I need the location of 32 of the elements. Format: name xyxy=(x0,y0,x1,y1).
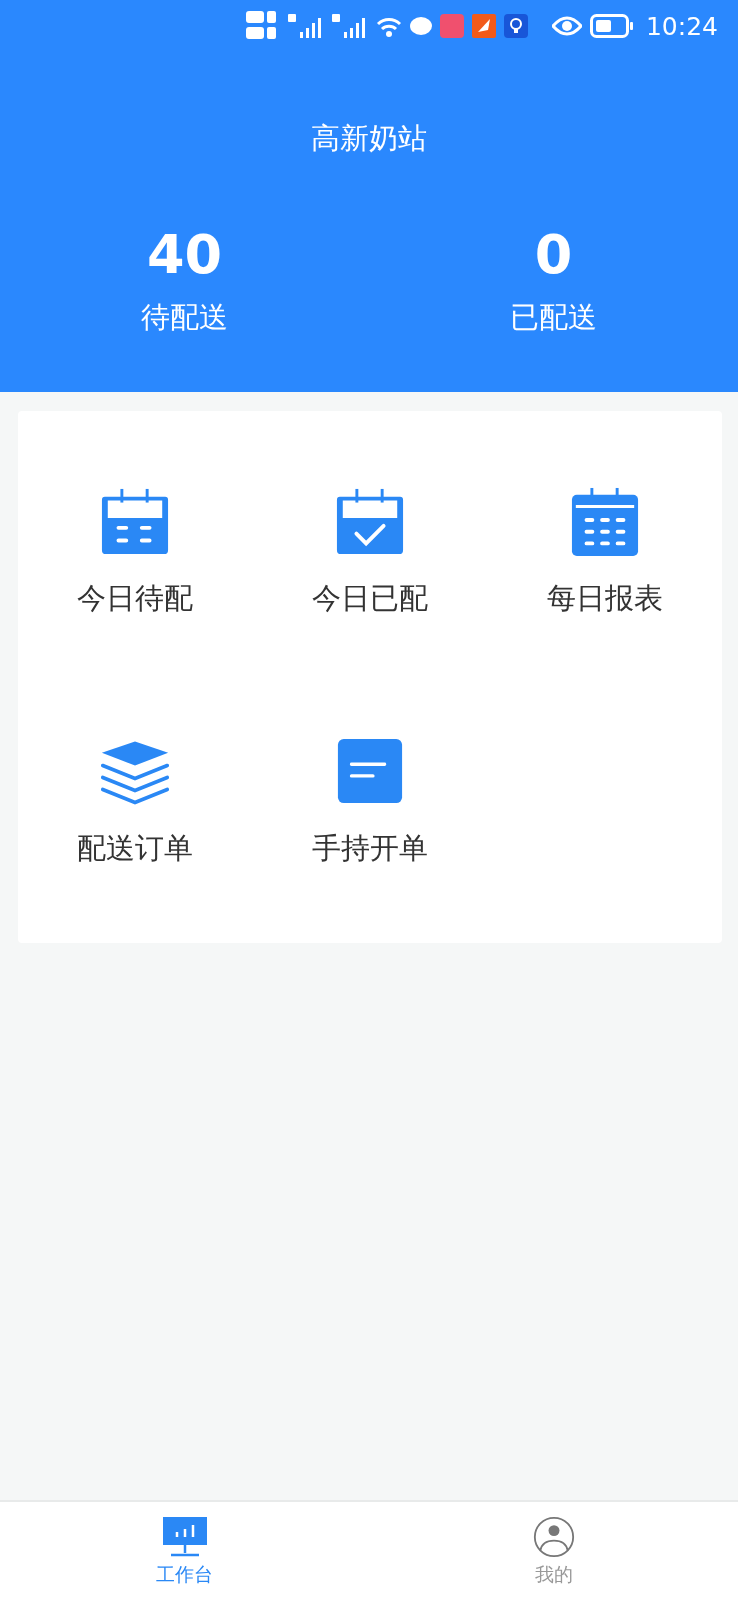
monitor-chart-icon xyxy=(162,1516,207,1558)
shortcut-label: 今日已配 xyxy=(312,580,428,617)
app-icon xyxy=(471,14,496,38)
profile-icon xyxy=(531,1516,576,1558)
sim-card-icon xyxy=(246,11,278,41)
shortcut-item[interactable]: 今日已配 xyxy=(252,411,488,661)
app-icon xyxy=(439,14,464,38)
shortcut-item[interactable]: 每日报表 xyxy=(487,411,722,661)
stat-label: 已配送 xyxy=(510,299,597,336)
shortcut-label: 配送订单 xyxy=(77,830,194,867)
signal-icon xyxy=(331,14,368,38)
shortcut-item[interactable]: 今日待配 xyxy=(18,411,253,661)
status-time: 10:24 xyxy=(645,11,718,41)
shortcut-label: 今日待配 xyxy=(77,580,194,617)
shortcut-label: 手持开单 xyxy=(312,830,428,867)
calendar-icon xyxy=(100,487,171,557)
stat-label: 待配送 xyxy=(141,299,228,336)
calendar-check-icon xyxy=(335,487,405,557)
chat-bubble-icon xyxy=(409,16,432,36)
calendar-icon xyxy=(569,487,640,557)
wifi-icon xyxy=(375,15,402,37)
stat-value: 40 xyxy=(146,224,223,286)
shortcut-label: 每日报表 xyxy=(546,580,663,617)
shortcut-item[interactable]: 手持开单 xyxy=(252,661,488,911)
stat-value: 0 xyxy=(534,224,573,286)
eye-icon xyxy=(551,16,582,36)
page-title: 高新奶站 xyxy=(310,120,428,156)
bulb-app-icon xyxy=(503,14,528,38)
battery-icon xyxy=(589,14,634,38)
tab-item[interactable]: 工作台 xyxy=(0,1502,369,1600)
shortcut-item[interactable]: 配送订单 xyxy=(18,661,253,911)
signal-icon xyxy=(287,14,324,38)
